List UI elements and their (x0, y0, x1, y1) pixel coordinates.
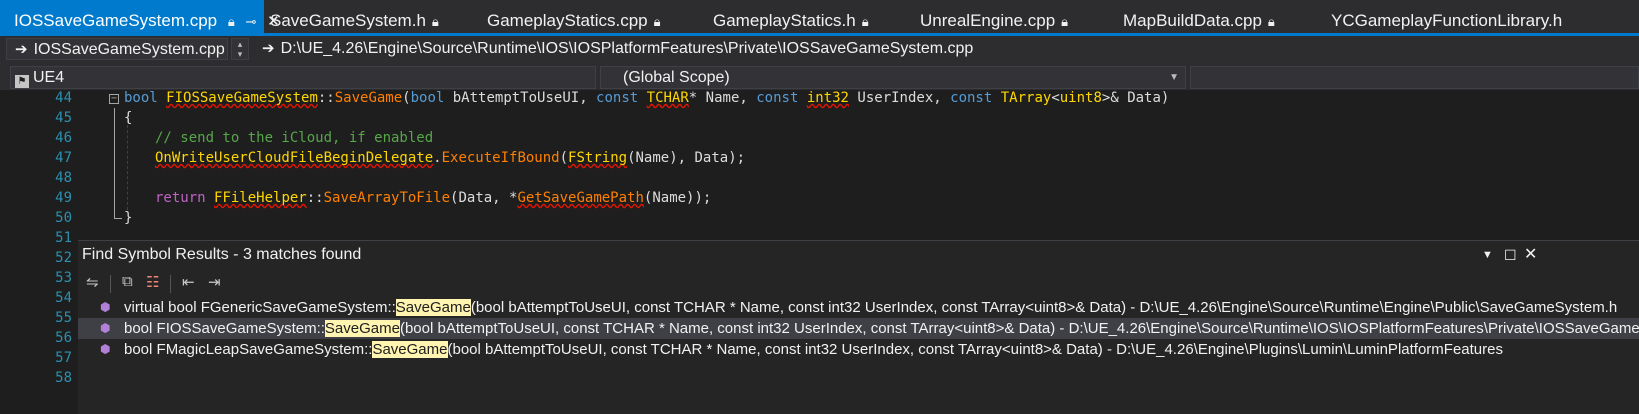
line-number: 50 (55, 210, 72, 226)
code-line-46: // send to the iCloud, if enabled (155, 130, 434, 146)
line-number: 44 (55, 90, 72, 106)
line-number: 56 (55, 330, 72, 346)
file-selector-value: IOSSaveGameSystem.cpp (33, 41, 225, 58)
outline-guide (114, 108, 115, 218)
scope-value: (Global Scope) (623, 69, 730, 86)
file-path[interactable]: ➔ D:\UE_4.26\Engine\Source\Runtime\IOS\IO… (254, 38, 1639, 60)
previous-result-icon[interactable]: ⇤ (182, 273, 195, 291)
arrow-right-icon: ➔ (262, 40, 275, 57)
lock-icon: 🔒︎ (861, 14, 869, 29)
line-number: 45 (55, 110, 72, 126)
lock-icon: 🔒︎ (1061, 14, 1069, 29)
file-selector[interactable]: ➔ IOSSaveGameSystem.cpp (6, 38, 228, 60)
tab-label: SaveGameSystem.h (270, 11, 426, 30)
tab-savegamesystem-h[interactable]: SaveGameSystem.h 🔒︎ (270, 0, 439, 33)
line-number: 51 (55, 230, 72, 246)
scope-bar: ⚑ UE4 (Global Scope) ▼ (0, 64, 1639, 90)
method-icon: ⬢ (100, 342, 111, 356)
document-tab-bar: IOSSaveGameSystem.cpp 🔒︎ ⊸ ✕ SaveGameSys… (0, 0, 1639, 36)
tab-label: GameplayStatics.h (713, 11, 856, 30)
collapse-toggle[interactable]: − (109, 94, 119, 104)
arrow-right-icon: ➔ (15, 41, 28, 58)
maximize-icon[interactable]: ☐ (1504, 243, 1517, 267)
indent-guide (127, 120, 128, 210)
tab-unrealengine-cpp[interactable]: UnrealEngine.cpp 🔒︎ (920, 0, 1068, 33)
tab-gameplaystatics-cpp[interactable]: GameplayStatics.cpp 🔒︎ (487, 0, 661, 33)
project-icon: ⚑ (15, 75, 29, 88)
method-icon: ⬢ (100, 321, 111, 335)
line-number: 55 (55, 310, 72, 326)
tab-mapbuilddata-cpp[interactable]: MapBuildData.cpp 🔒︎ (1123, 0, 1275, 33)
tab-label: MapBuildData.cpp (1123, 11, 1262, 30)
line-number: 52 (55, 250, 72, 266)
method-icon: ⬢ (100, 300, 111, 314)
tab-gameplaystatics-h[interactable]: GameplayStatics.h 🔒︎ (713, 0, 869, 33)
find-symbol-results-panel: Find Symbol Results - 3 matches found ▼ … (78, 240, 1639, 414)
panel-toolbar: ⇋ ⧉ ☷ ⇤ ⇥ (78, 271, 1639, 297)
code-line-45: { (124, 110, 133, 126)
next-result-icon[interactable]: ⇥ (208, 273, 221, 291)
panel-menu-icon[interactable]: ▼ (1482, 243, 1493, 267)
tab-label: YCGameplayFunctionLibrary.h (1331, 11, 1563, 30)
match-highlight: SaveGame (324, 320, 400, 337)
navigation-bar: ➔ IOSSaveGameSystem.cpp ▴ ▾ ➔ D:\UE_4.26\En… (0, 36, 1639, 64)
code-line-50: } (124, 210, 133, 226)
result-item[interactable]: ⬢ bool FMagicLeapSaveGameSystem::SaveGam… (78, 339, 1639, 360)
line-number-gutter: 44 45 46 47 48 49 50 51 52 53 54 55 56 5… (0, 90, 78, 414)
line-number: 58 (55, 370, 72, 386)
result-item-selected[interactable]: ⬢ bool FIOSSaveGameSystem::SaveGame(bool… (78, 318, 1639, 339)
toolbar-separator (110, 275, 111, 293)
lock-icon: 🔒︎ (227, 14, 235, 29)
line-number: 53 (55, 270, 72, 286)
line-number: 57 (55, 350, 72, 366)
scope-dropdown[interactable]: (Global Scope) ▼ (600, 66, 1186, 89)
code-line-47: OnWriteUserCloudFileBeginDelegate.Execut… (155, 150, 746, 166)
lock-icon: 🔒︎ (653, 14, 661, 29)
line-number: 46 (55, 130, 72, 146)
line-number: 48 (55, 170, 72, 186)
file-spinner[interactable]: ▴ ▾ (231, 38, 249, 60)
go-to-definition-icon[interactable]: ⇋ (86, 273, 99, 291)
match-highlight: SaveGame (395, 299, 471, 316)
lock-icon: 🔒︎ (431, 14, 439, 29)
toolbar-separator (170, 275, 171, 293)
panel-title: Find Symbol Results - 3 matches found (82, 246, 362, 263)
lock-icon: 🔒︎ (1267, 14, 1275, 29)
outline-guide-end (114, 218, 122, 219)
line-number: 49 (55, 190, 72, 206)
project-value: UE4 (33, 69, 65, 86)
pin-icon[interactable]: ⊸ (246, 1, 257, 33)
line-number: 47 (55, 150, 72, 166)
clear-all-icon[interactable]: ☷ (146, 273, 159, 291)
close-icon[interactable]: ✕ (1524, 243, 1537, 267)
tab-label: GameplayStatics.cpp (487, 11, 648, 30)
tab-iossavegamesystem-cpp[interactable]: IOSSaveGameSystem.cpp 🔒︎ ⊸ ✕ (0, 0, 280, 33)
match-highlight: SaveGame (372, 341, 448, 358)
code-line-44: bool FIOSSaveGameSystem::SaveGame(bool b… (124, 90, 1170, 106)
chevron-down-icon: ▼ (1169, 72, 1179, 83)
file-path-value: D:\UE_4.26\Engine\Source\Runtime\IOS\IOS… (280, 40, 974, 57)
code-line-49: return FFileHelper::SaveArrayToFile(Data… (155, 190, 712, 206)
tab-label: IOSSaveGameSystem.cpp (14, 11, 218, 30)
line-number: 54 (55, 290, 72, 306)
tab-ycgameplayfunctionlibrary-h[interactable]: YCGameplayFunctionLibrary.h (1331, 0, 1562, 33)
tab-label: UnrealEngine.cpp (920, 11, 1056, 30)
result-item[interactable]: ⬢ virtual bool FGenericSaveGameSystem::S… (78, 297, 1639, 318)
project-dropdown[interactable]: ⚑ UE4 (10, 66, 596, 89)
member-dropdown[interactable] (1190, 66, 1639, 89)
copy-icon[interactable]: ⧉ (122, 273, 133, 290)
